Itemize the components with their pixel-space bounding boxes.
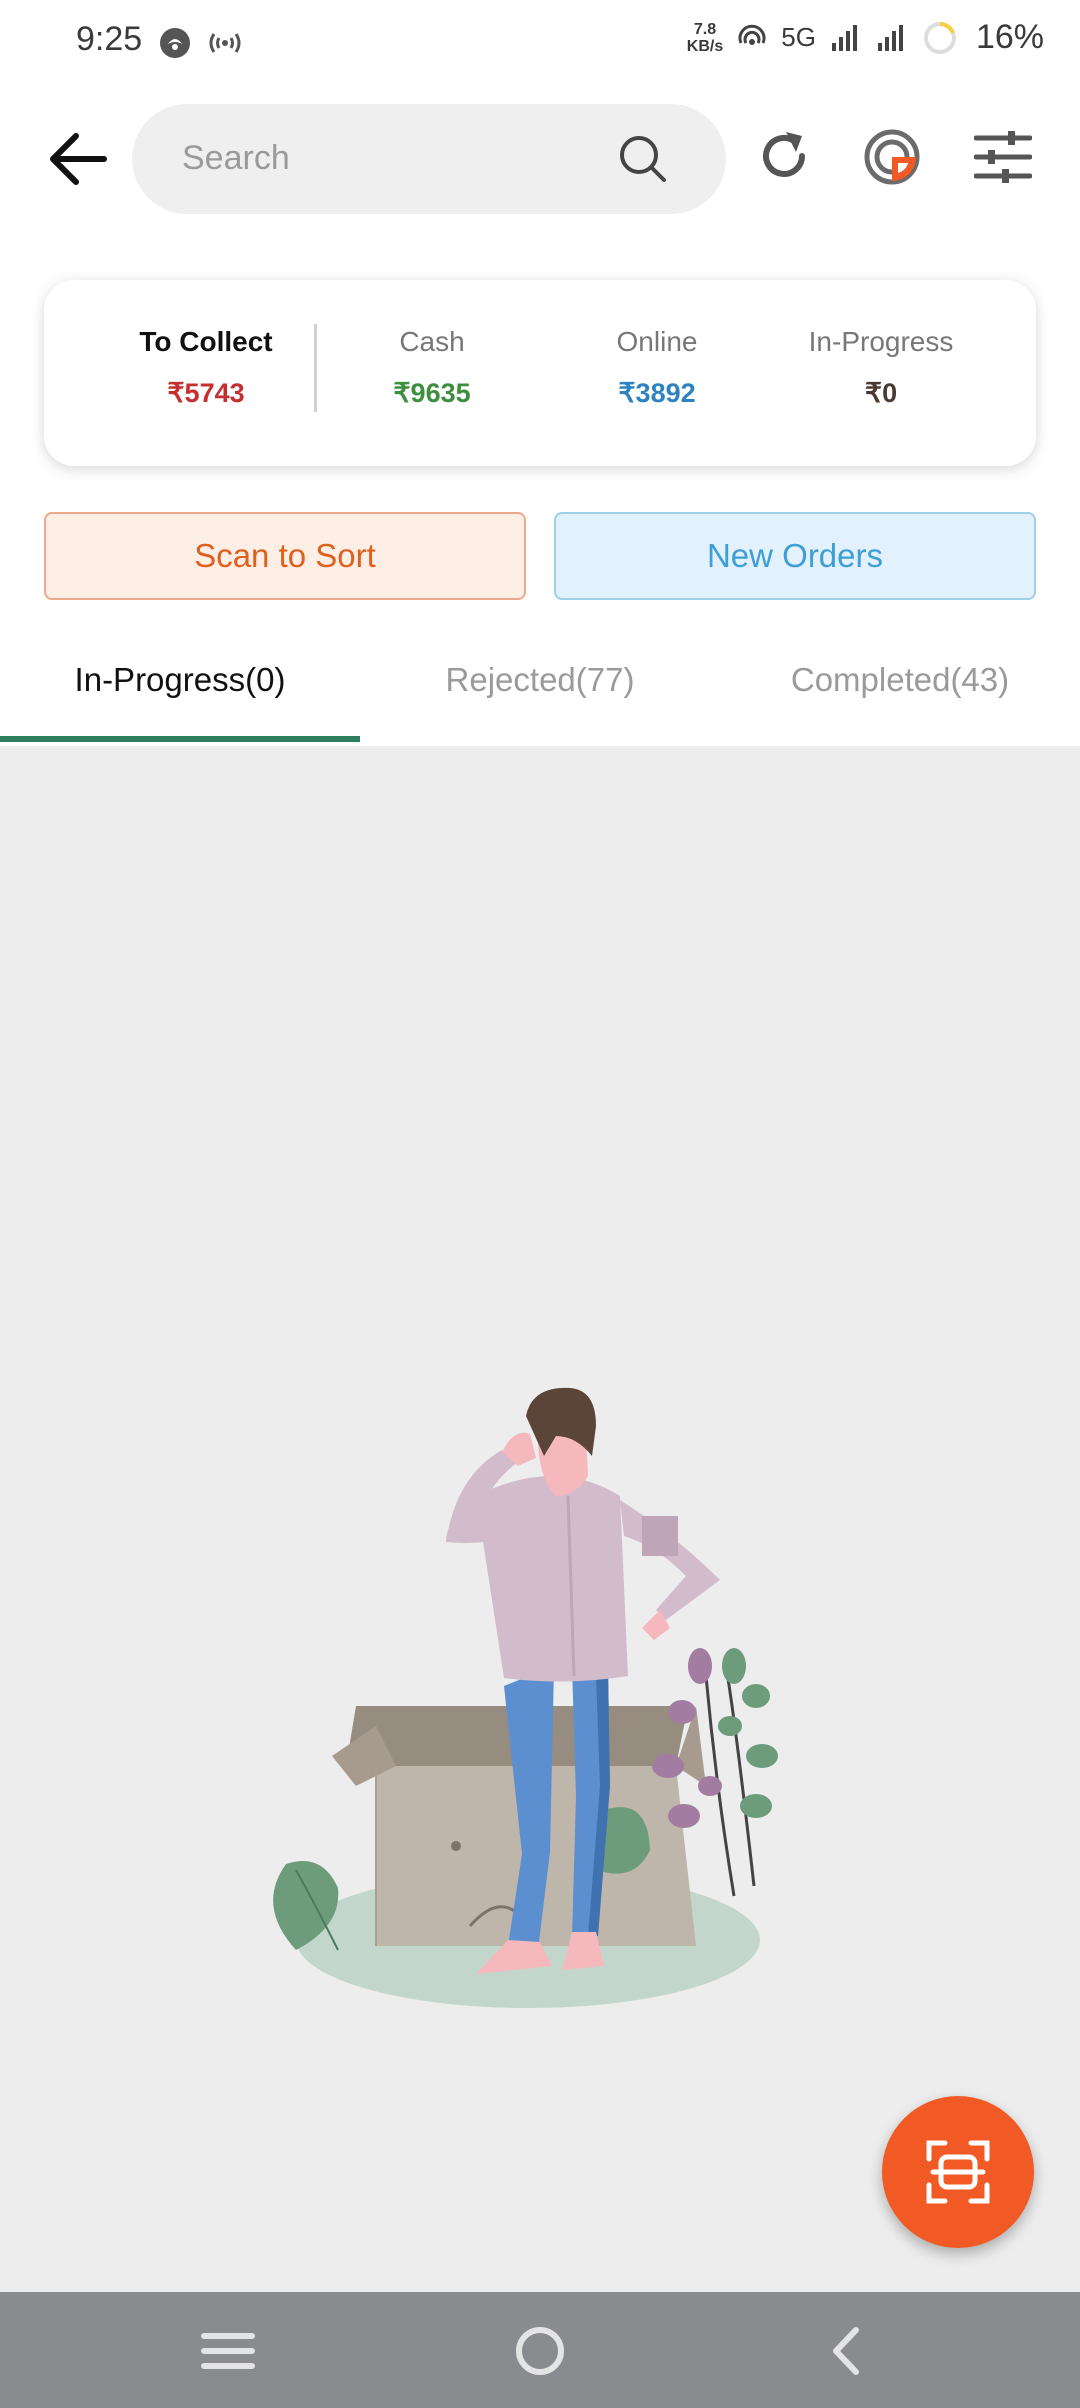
cash-summary: Cash ₹9635	[312, 326, 552, 409]
online-label: Online	[616, 326, 698, 357]
order-list-area[interactable]	[0, 746, 1080, 2292]
signal-icon	[831, 24, 857, 51]
scan-to-sort-button[interactable]: Scan to Sort	[44, 512, 526, 600]
app-notification-icon	[160, 28, 190, 58]
home-icon[interactable]	[500, 2316, 580, 2386]
cash-value: ₹9635	[393, 378, 471, 408]
empty-state-illustration	[273, 1387, 778, 2008]
status-bar: 9:25 7.8 KB/s 5G 16%	[0, 0, 1080, 86]
network-type: 5G	[781, 22, 816, 52]
system-nav-bar	[0, 2292, 1080, 2408]
search-icon[interactable]	[618, 134, 668, 184]
signal-icon-2	[877, 24, 903, 51]
to-collect-value: ₹5743	[167, 378, 245, 408]
new-orders-button[interactable]: New Orders	[554, 512, 1036, 600]
in-progress-value: ₹0	[864, 378, 898, 408]
tab-rejected[interactable]: Rejected(77)	[360, 640, 720, 744]
hotspot-icon	[209, 33, 241, 53]
brand-logo-icon[interactable]	[862, 126, 922, 188]
to-collect-label: To Collect	[139, 326, 273, 357]
online-value: ₹3892	[618, 378, 696, 408]
order-tabs: In-Progress(0) Rejected(77) Completed(43…	[0, 640, 1080, 744]
active-tab-indicator	[0, 736, 360, 742]
tab-in-progress[interactable]: In-Progress(0)	[0, 640, 360, 744]
back-nav-icon[interactable]	[808, 2316, 888, 2386]
menu-icon[interactable]	[188, 2316, 268, 2386]
search-input[interactable]	[182, 132, 582, 184]
online-summary: Online ₹3892	[537, 326, 777, 409]
battery-icon	[923, 21, 956, 54]
top-bar	[0, 100, 1080, 220]
wifi-icon	[738, 24, 766, 45]
refresh-icon[interactable]	[754, 126, 814, 186]
status-time: 9:25	[76, 20, 143, 58]
battery-level: 16%	[975, 18, 1044, 56]
in-progress-label: In-Progress	[808, 326, 954, 357]
to-collect-summary: To Collect ₹5743	[86, 326, 326, 409]
cash-label: Cash	[399, 326, 465, 357]
network-speed: 7.8 KB/s	[686, 20, 724, 55]
filter-sliders-icon[interactable]	[974, 130, 1032, 184]
summary-card: To Collect ₹5743 Cash ₹9635 Online ₹3892…	[44, 280, 1036, 466]
search-bar[interactable]	[132, 104, 726, 214]
scan-fab-button[interactable]	[882, 2096, 1034, 2248]
scan-icon	[926, 2140, 990, 2204]
back-arrow-icon[interactable]	[44, 128, 110, 190]
tab-completed[interactable]: Completed(43)	[720, 640, 1080, 744]
in-progress-summary: In-Progress ₹0	[761, 326, 1001, 409]
